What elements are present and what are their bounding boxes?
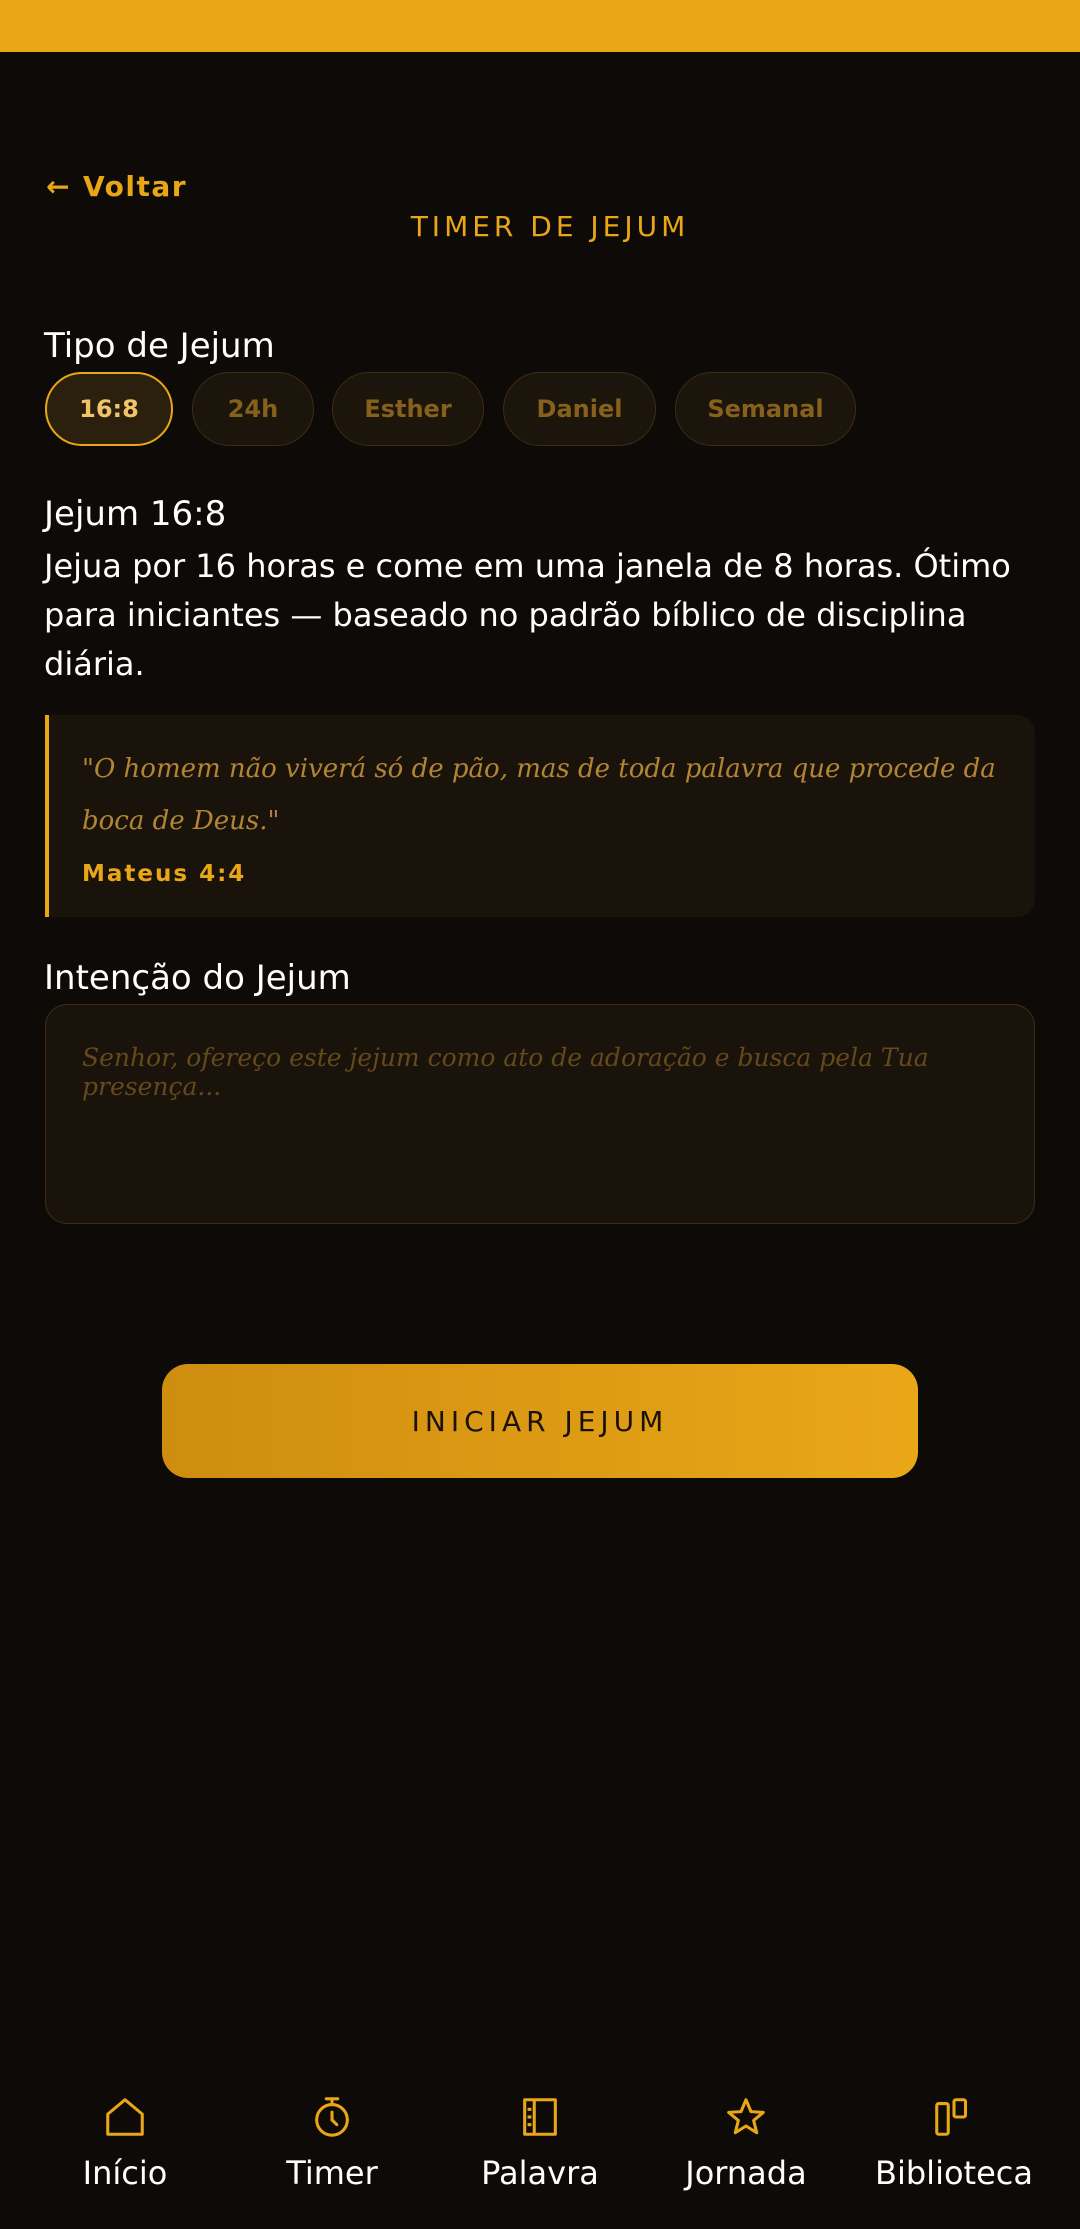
- chip-24h[interactable]: 24h: [192, 372, 314, 446]
- library-icon: [935, 2098, 968, 2136]
- home-icon: [106, 2098, 144, 2136]
- chip-semanal[interactable]: Semanal: [675, 372, 856, 446]
- fast-description-text: Jejua por 16 horas e come em uma janela …: [44, 547, 1011, 683]
- chip-16-8[interactable]: 16:8: [45, 372, 173, 446]
- bottom-nav: Início Timer Palavra Jornada Biblioteca: [0, 2080, 1080, 2229]
- nav-item-jornada[interactable]: Jornada: [641, 2094, 851, 2214]
- start-fast-button[interactable]: INICIAR JEJUM: [162, 1364, 918, 1478]
- nav-item-timer[interactable]: Timer: [227, 2094, 437, 2214]
- page-title: TIMER DE JEJUM: [410, 210, 690, 243]
- nav-label-timer: Timer: [286, 2154, 378, 2192]
- intention-label: Intenção do Jejum: [44, 958, 351, 998]
- nav-label-palavra: Palavra: [481, 2154, 599, 2192]
- nav-label-biblioteca: Biblioteca: [875, 2154, 1033, 2192]
- nav-item-biblioteca[interactable]: Biblioteca: [849, 2094, 1059, 2214]
- nav-label-jornada: Jornada: [685, 2154, 807, 2192]
- back-arrow-icon: ←: [46, 170, 71, 203]
- back-label: Voltar: [82, 170, 188, 203]
- fast-type-label: Tipo de Jejum: [44, 326, 275, 366]
- fast-description-title: Jejum 16:8: [44, 494, 227, 534]
- star-icon: [727, 2098, 765, 2135]
- book-icon: [523, 2098, 557, 2136]
- chip-daniel[interactable]: Daniel: [503, 372, 656, 446]
- intention-input[interactable]: [45, 1004, 1035, 1224]
- nav-item-palavra[interactable]: Palavra: [435, 2094, 645, 2214]
- status-bar: [0, 0, 1080, 52]
- chip-esther[interactable]: Esther: [332, 372, 484, 446]
- verse-reference: Mateus 4:4: [82, 861, 247, 887]
- verse-card: "O homem não viverá só de pão, mas de to…: [45, 715, 1035, 917]
- nav-item-inicio[interactable]: Início: [20, 2094, 230, 2214]
- back-button[interactable]: ← Voltar: [46, 170, 187, 203]
- timer-icon: [315, 2097, 349, 2137]
- nav-label-inicio: Início: [82, 2154, 168, 2192]
- verse-text: "O homem não viverá só de pão, mas de to…: [82, 754, 996, 836]
